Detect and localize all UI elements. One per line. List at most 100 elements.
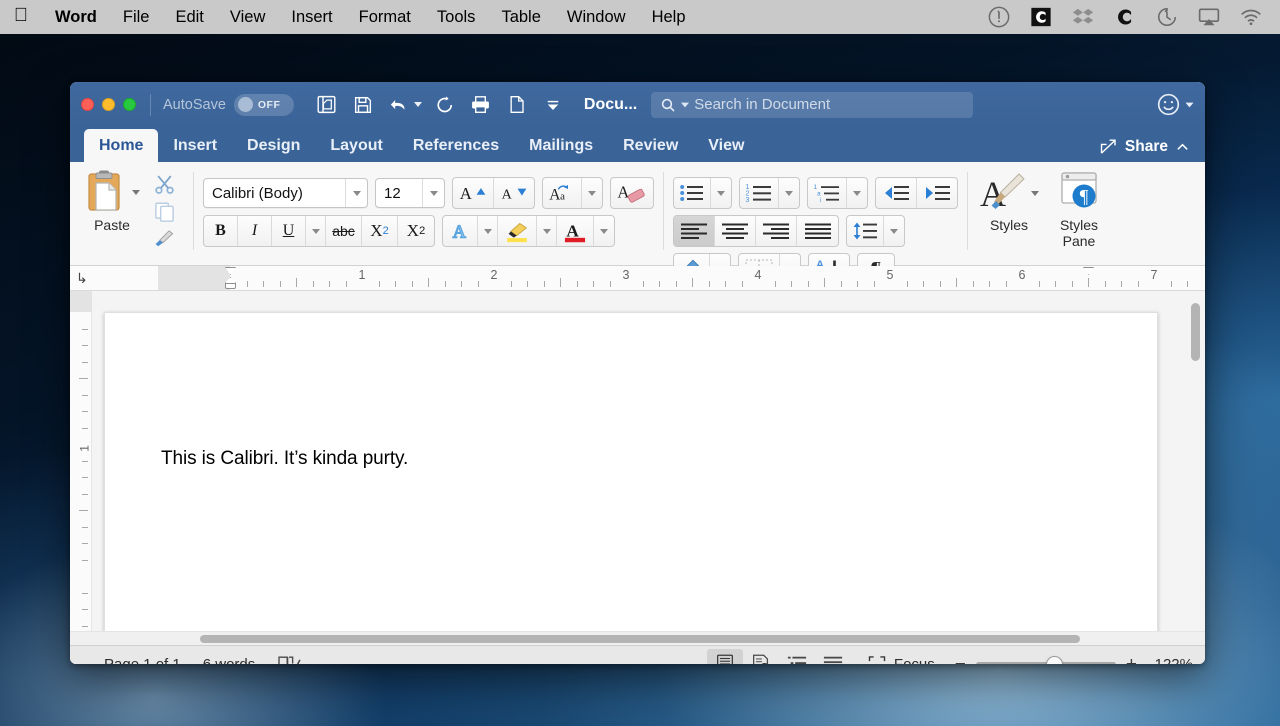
- menu-item-insert[interactable]: Insert: [278, 0, 345, 34]
- copy-icon[interactable]: [153, 200, 176, 223]
- align-right-icon[interactable]: [756, 216, 797, 246]
- c-app-icon[interactable]: [1114, 6, 1136, 28]
- line-spacing-caret-icon[interactable]: [884, 216, 904, 246]
- left-indent-marker[interactable]: [225, 277, 236, 290]
- underline-button[interactable]: U: [272, 216, 306, 246]
- styles-pane-button[interactable]: ¶ Styles Pane: [1047, 170, 1111, 249]
- tab-insert[interactable]: Insert: [158, 129, 232, 162]
- document-canvas[interactable]: This is Calibri. It’s kinda purty.: [92, 291, 1205, 631]
- print-layout-view-icon[interactable]: [706, 649, 743, 664]
- redo-icon[interactable]: [428, 90, 462, 120]
- font-color-icon[interactable]: A: [557, 216, 594, 246]
- autosave-toggle[interactable]: OFF: [233, 93, 294, 116]
- multilevel-list-icon[interactable]: 1ai: [808, 178, 847, 208]
- vertical-scrollbar-thumb[interactable]: [1191, 303, 1200, 361]
- undo-dropdown-caret-icon[interactable]: [413, 102, 422, 107]
- font-size-combobox[interactable]: 12: [375, 178, 445, 208]
- zoom-slider[interactable]: [975, 655, 1116, 664]
- align-center-icon[interactable]: [715, 216, 756, 246]
- apple-logo-icon[interactable]: : [0, 6, 42, 28]
- text-effects-caret-icon[interactable]: [478, 216, 498, 246]
- close-window-button[interactable]: [81, 98, 94, 111]
- tab-mailings[interactable]: Mailings: [514, 129, 608, 162]
- time-machine-icon[interactable]: [1156, 6, 1178, 28]
- zoom-in-button[interactable]: +: [1126, 655, 1137, 665]
- customize-toolbar-icon[interactable]: [536, 90, 570, 120]
- font-family-combobox[interactable]: Calibri (Body): [203, 178, 368, 208]
- numbering-caret-icon[interactable]: [779, 178, 799, 208]
- cleanmymac-icon[interactable]: [1030, 6, 1052, 28]
- horizontal-ruler[interactable]: ↳ 1 2 3 4 5 6 7: [70, 266, 1205, 291]
- styles-dropdown-caret-icon[interactable]: [1031, 190, 1039, 196]
- tab-layout[interactable]: Layout: [315, 129, 397, 162]
- horizontal-scrollbar[interactable]: [70, 631, 1205, 645]
- maximize-window-button[interactable]: [123, 98, 136, 111]
- horizontal-scrollbar-thumb[interactable]: [200, 635, 1080, 643]
- text-highlight-icon[interactable]: [498, 216, 537, 246]
- menu-item-word[interactable]: Word: [42, 0, 110, 34]
- strikethrough-button[interactable]: abc: [326, 216, 362, 246]
- change-case-caret-icon[interactable]: [582, 178, 602, 208]
- tab-references[interactable]: References: [398, 129, 514, 162]
- document-page[interactable]: This is Calibri. It’s kinda purty.: [104, 312, 1158, 631]
- minimize-window-button[interactable]: [102, 98, 115, 111]
- paste-dropdown-caret-icon[interactable]: [132, 189, 140, 195]
- shrink-font-icon[interactable]: A: [494, 178, 534, 208]
- word-count-label[interactable]: 6 words: [203, 656, 256, 665]
- new-from-template-icon[interactable]: [310, 90, 344, 120]
- format-painter-icon[interactable]: [152, 227, 176, 249]
- numbered-list-icon[interactable]: 123: [740, 178, 779, 208]
- bullets-caret-icon[interactable]: [711, 178, 731, 208]
- menu-item-format[interactable]: Format: [346, 0, 424, 34]
- font-size-caret-icon[interactable]: [422, 179, 444, 207]
- feedback-caret-icon[interactable]: [1185, 101, 1194, 109]
- onepassword-icon[interactable]: [988, 6, 1010, 28]
- line-spacing-icon[interactable]: [847, 216, 884, 246]
- right-indent-marker[interactable]: [1083, 267, 1094, 275]
- zoom-percent-label[interactable]: 122%: [1147, 656, 1193, 665]
- wifi-icon[interactable]: [1240, 6, 1262, 28]
- feedback-smiley-icon[interactable]: [1156, 92, 1181, 117]
- search-input[interactable]: Search in Document: [651, 91, 974, 118]
- search-options-caret-icon[interactable]: [681, 101, 690, 109]
- proofing-check-icon[interactable]: [277, 654, 301, 664]
- airplay-icon[interactable]: [1198, 6, 1220, 28]
- share-button[interactable]: Share: [1125, 138, 1168, 156]
- focus-mode-button[interactable]: Focus: [867, 654, 935, 664]
- text-effects-icon[interactable]: A: [443, 216, 478, 246]
- chevron-up-icon[interactable]: [1174, 140, 1191, 154]
- feedback-control[interactable]: [1156, 92, 1205, 117]
- draft-view-icon[interactable]: [815, 649, 851, 664]
- new-document-icon[interactable]: [500, 90, 534, 120]
- decrease-indent-icon[interactable]: [876, 178, 917, 208]
- page-count-label[interactable]: Page 1 of 1: [104, 656, 181, 665]
- styles-button[interactable]: A Styles: [977, 170, 1041, 234]
- justify-icon[interactable]: [797, 216, 838, 246]
- tab-view[interactable]: View: [693, 129, 759, 162]
- save-icon[interactable]: [346, 90, 380, 120]
- document-body-text[interactable]: This is Calibri. It’s kinda purty.: [161, 448, 408, 470]
- menu-item-view[interactable]: View: [217, 0, 278, 34]
- grow-font-icon[interactable]: A: [453, 178, 494, 208]
- paste-button[interactable]: Paste: [70, 169, 144, 233]
- vertical-scrollbar[interactable]: [1190, 299, 1201, 617]
- menu-item-table[interactable]: Table: [488, 0, 553, 34]
- bold-button[interactable]: B: [204, 216, 238, 246]
- subscript-button[interactable]: X2: [362, 216, 398, 246]
- outline-view-icon[interactable]: [779, 649, 815, 664]
- tab-design[interactable]: Design: [232, 129, 315, 162]
- share-icon[interactable]: [1098, 137, 1119, 156]
- font-color-caret-icon[interactable]: [594, 216, 614, 246]
- clear-formatting-icon[interactable]: A: [611, 178, 653, 208]
- align-left-icon[interactable]: [674, 216, 715, 246]
- tab-home[interactable]: Home: [84, 129, 159, 162]
- scissors-icon[interactable]: [153, 173, 176, 196]
- tab-review[interactable]: Review: [608, 129, 693, 162]
- menu-item-edit[interactable]: Edit: [162, 0, 216, 34]
- vertical-ruler[interactable]: 1: [70, 291, 92, 631]
- italic-button[interactable]: I: [238, 216, 272, 246]
- multilevel-caret-icon[interactable]: [847, 178, 867, 208]
- menu-item-help[interactable]: Help: [639, 0, 699, 34]
- undo-icon[interactable]: [382, 90, 416, 120]
- menu-item-tools[interactable]: Tools: [424, 0, 489, 34]
